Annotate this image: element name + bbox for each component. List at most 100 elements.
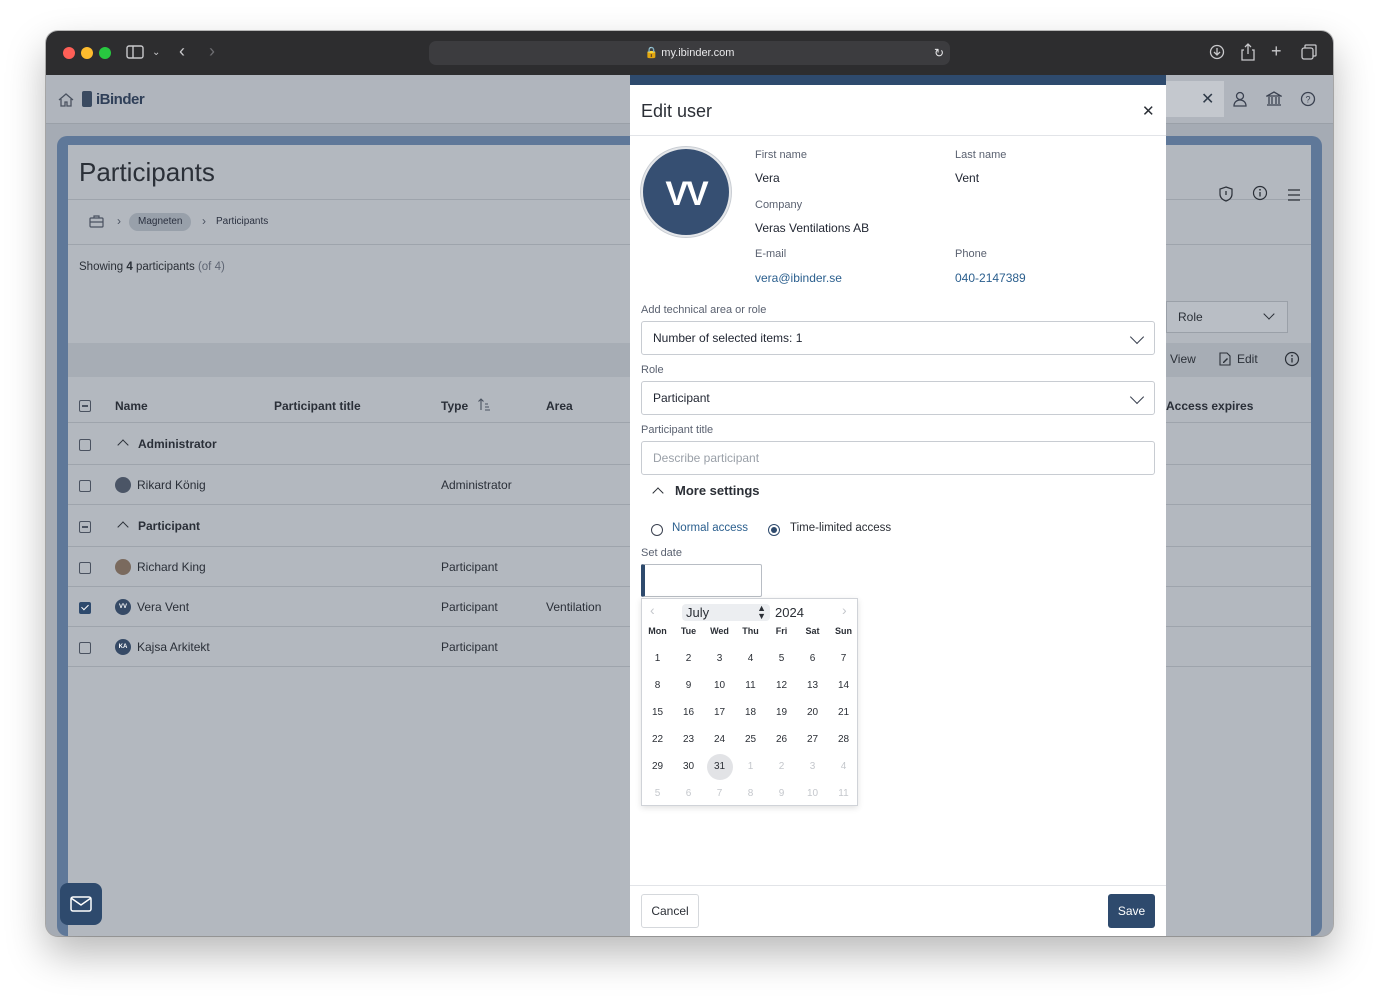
forward-icon[interactable]: › — [209, 42, 215, 60]
participant-title-input[interactable]: Describe participant — [641, 441, 1155, 475]
calendar-day[interactable]: 22 — [642, 726, 673, 753]
calendar-day[interactable]: 27 — [797, 726, 828, 753]
email-link[interactable]: vera@ibinder.se — [755, 271, 842, 285]
user-icon[interactable] — [1233, 91, 1247, 112]
calendar-day[interactable]: 1 — [642, 645, 673, 672]
participant-name[interactable]: Richard King — [137, 560, 206, 574]
help-icon[interactable]: ? — [1300, 91, 1316, 112]
breadcrumb-participants[interactable]: Participants — [216, 216, 268, 227]
calendar-day[interactable]: 10 — [797, 780, 828, 807]
calendar-day[interactable]: 7 — [828, 645, 859, 672]
calendar-day-selected[interactable]: 31 — [704, 753, 735, 780]
calendar-day[interactable]: 6 — [797, 645, 828, 672]
calendar-day[interactable]: 16 — [673, 699, 704, 726]
close-search-icon[interactable]: ✕ — [1201, 89, 1214, 109]
column-header-access-expires[interactable]: Access expires — [1166, 399, 1253, 413]
year-value[interactable]: 2024 — [775, 605, 804, 620]
calendar-day[interactable]: 2 — [766, 753, 797, 780]
address-bar[interactable]: 🔒 my.ibinder.com ↻ — [429, 41, 950, 65]
calendar-day[interactable]: 9 — [673, 672, 704, 699]
calendar-day[interactable]: 7 — [704, 780, 735, 807]
group-checkbox-administrator[interactable] — [79, 439, 91, 451]
role-filter-select[interactable]: Role — [1166, 301, 1288, 333]
close-icon[interactable]: ✕ — [1142, 102, 1155, 120]
calendar-day[interactable]: 14 — [828, 672, 859, 699]
share-icon[interactable] — [1240, 43, 1256, 65]
select-all-checkbox[interactable] — [79, 400, 91, 412]
row-checkbox[interactable] — [79, 480, 91, 492]
app-logo[interactable]: iBinder — [96, 91, 145, 108]
more-settings-toggle[interactable]: More settings — [675, 483, 760, 498]
calendar-day[interactable]: 8 — [735, 780, 766, 807]
bank-icon[interactable] — [1264, 91, 1284, 112]
calendar-day[interactable]: 11 — [828, 780, 859, 807]
calendar-day[interactable]: 10 — [704, 672, 735, 699]
calendar-day[interactable]: 9 — [766, 780, 797, 807]
minimize-window-button[interactable] — [81, 47, 93, 59]
row-checkbox-checked[interactable] — [79, 602, 91, 614]
calendar-day[interactable]: 26 — [766, 726, 797, 753]
calendar-day[interactable]: 1 — [735, 753, 766, 780]
group-checkbox-participant[interactable] — [79, 521, 91, 533]
calendar-day[interactable]: 25 — [735, 726, 766, 753]
calendar-day[interactable]: 13 — [797, 672, 828, 699]
info-circle-icon[interactable] — [1252, 185, 1268, 206]
role-select[interactable]: Participant — [641, 381, 1155, 415]
calendar-day[interactable]: 30 — [673, 753, 704, 780]
calendar-day[interactable]: 20 — [797, 699, 828, 726]
calendar-day[interactable]: 17 — [704, 699, 735, 726]
new-tab-icon[interactable]: + — [1271, 42, 1282, 60]
column-header-participant-title[interactable]: Participant title — [274, 399, 361, 413]
reload-icon[interactable]: ↻ — [934, 41, 944, 65]
view-action[interactable]: View — [1170, 352, 1196, 366]
radio-time-limited-access[interactable] — [768, 524, 780, 536]
calendar-day[interactable]: 3 — [704, 645, 735, 672]
column-header-area[interactable]: Area — [546, 399, 573, 413]
calendar-day[interactable]: 12 — [766, 672, 797, 699]
calendar-day[interactable]: 2 — [673, 645, 704, 672]
tabs-overview-icon[interactable] — [1301, 44, 1317, 64]
calendar-day[interactable]: 4 — [735, 645, 766, 672]
calendar-day[interactable]: 6 — [673, 780, 704, 807]
calendar-day[interactable]: 4 — [828, 753, 859, 780]
phone-link[interactable]: 040-2147389 — [955, 271, 1026, 285]
calendar-day[interactable]: 15 — [642, 699, 673, 726]
chevron-down-icon[interactable]: ⌄ — [152, 45, 160, 61]
calendar-day[interactable]: 24 — [704, 726, 735, 753]
calendar-day[interactable]: 23 — [673, 726, 704, 753]
column-header-name[interactable]: Name — [115, 399, 148, 413]
menu-icon[interactable] — [1287, 188, 1301, 206]
participant-name[interactable]: Rikard König — [137, 478, 206, 492]
group-label-administrator[interactable]: Administrator — [138, 437, 217, 451]
close-window-button[interactable] — [63, 47, 75, 59]
sidebar-icon[interactable] — [126, 45, 144, 63]
normal-access-label[interactable]: Normal access — [672, 522, 748, 534]
row-checkbox[interactable] — [79, 562, 91, 574]
chevron-up-icon[interactable] — [652, 487, 664, 499]
column-header-type[interactable]: Type — [441, 399, 468, 413]
participant-name[interactable]: Vera Vent — [137, 600, 189, 614]
calendar-day[interactable]: 5 — [766, 645, 797, 672]
calendar-day[interactable]: 11 — [735, 672, 766, 699]
shield-icon[interactable] — [1219, 186, 1233, 207]
next-month-icon[interactable]: › — [842, 602, 847, 618]
calendar-day[interactable]: 19 — [766, 699, 797, 726]
calendar-day[interactable]: 8 — [642, 672, 673, 699]
calendar-day[interactable]: 3 — [797, 753, 828, 780]
calendar-day[interactable]: 21 — [828, 699, 859, 726]
time-limited-access-label[interactable]: Time-limited access — [790, 522, 891, 534]
calendar-day[interactable]: 28 — [828, 726, 859, 753]
sort-ascending-icon[interactable] — [478, 398, 491, 416]
month-select[interactable]: July ▲ ▼ — [682, 604, 770, 621]
calendar-day[interactable]: 18 — [735, 699, 766, 726]
home-icon[interactable] — [58, 92, 74, 112]
tech-area-select[interactable]: Number of selected items: 1 — [641, 321, 1155, 355]
calendar-day[interactable]: 5 — [642, 780, 673, 807]
participant-name[interactable]: Kajsa Arkitekt — [137, 640, 210, 654]
cancel-button[interactable]: Cancel — [641, 894, 699, 928]
group-label-participant[interactable]: Participant — [138, 519, 200, 533]
calendar-day[interactable]: 29 — [642, 753, 673, 780]
save-button[interactable]: Save — [1108, 894, 1155, 928]
briefcase-icon[interactable] — [89, 215, 104, 233]
mail-button[interactable] — [60, 883, 102, 925]
